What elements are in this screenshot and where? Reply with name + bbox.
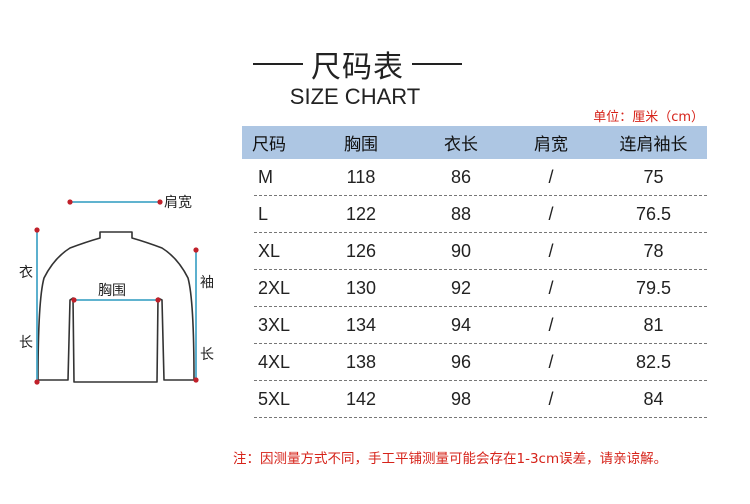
table-header: 尺码 胸围 衣长 肩宽 连肩袖长 [242,126,707,159]
table-row: M 118 86 / 75 [254,159,707,196]
cell-chest: 142 [345,388,377,409]
cell-sleeve: 84 [643,388,664,409]
size-table: 尺码 胸围 衣长 肩宽 连肩袖长 M 118 86 / 75 L 122 88 … [242,126,707,418]
title-chinese-text: 尺码表 [311,50,404,85]
table-row: 4XL 138 96 / 82.5 [254,344,707,381]
table-row: XL 126 90 / 78 [254,233,707,270]
title-right-dash [412,63,462,65]
header-size: 尺码 [252,135,286,155]
cell-sleeve: 82.5 [635,351,672,372]
cell-chest: 118 [346,166,376,187]
length-label-1: 衣 [19,265,33,281]
sleeve-label-1: 袖 [200,275,214,291]
cell-sleeve: 76.5 [635,203,672,224]
shoulder-label: 肩宽 [164,195,192,211]
cell-shoulder: / [548,240,554,261]
cell-length: 98 [450,388,472,409]
jacket-measure-diagram: 肩宽 胸围 衣 长 袖 长 [0,180,240,400]
header-chest: 胸围 [344,135,378,155]
cell-length: 88 [450,203,472,224]
table-row: 5XL 142 98 / 84 [254,381,707,418]
cell-length: 94 [450,314,472,335]
title-chinese: 尺码表 [245,42,470,86]
cell-length: 96 [450,351,472,372]
table-row: 2XL 130 92 / 79.5 [254,270,707,307]
cell-size: 4XL [258,351,291,372]
table-row: L 122 88 / 76.5 [254,196,707,233]
sleeve-label-2: 长 [200,347,214,363]
header-sleeve: 连肩袖长 [619,135,688,155]
measurement-note: 注：因测量方式不同，手工平铺测量可能会存在1-3cm误差，请亲谅解。 [233,451,668,467]
unit-label: 单位：厘米（cm） [593,110,704,125]
header-length: 衣长 [444,135,478,155]
cell-sleeve: 79.5 [635,277,672,298]
cell-length: 92 [450,277,472,298]
cell-size: L [258,203,269,224]
cell-sleeve: 81 [643,314,664,335]
cell-shoulder: / [548,277,554,298]
cell-size: M [258,166,273,187]
cell-length: 90 [450,240,472,261]
cell-size: 3XL [258,314,291,335]
cell-chest: 122 [345,203,377,224]
cell-length: 86 [450,166,472,187]
cell-sleeve: 75 [643,166,664,187]
cell-size: 2XL [258,277,291,298]
cell-size: XL [258,240,281,261]
title-left-dash [253,63,303,65]
chest-label: 胸围 [98,283,126,299]
cell-chest: 134 [345,314,377,335]
header-shoulder: 肩宽 [534,135,568,155]
cell-size: 5XL [258,388,291,409]
table-row: 3XL 134 94 / 81 [254,307,707,344]
cell-chest: 138 [345,351,377,372]
cell-shoulder: / [548,166,554,187]
cell-shoulder: / [548,203,554,224]
cell-shoulder: / [548,314,554,335]
cell-sleeve: 78 [643,240,664,261]
cell-shoulder: / [548,388,554,409]
title-english: SIZE CHART [289,84,421,109]
cell-chest: 126 [345,240,377,261]
length-label-2: 长 [19,335,33,351]
cell-chest: 130 [345,277,377,298]
cell-shoulder: / [548,351,554,372]
